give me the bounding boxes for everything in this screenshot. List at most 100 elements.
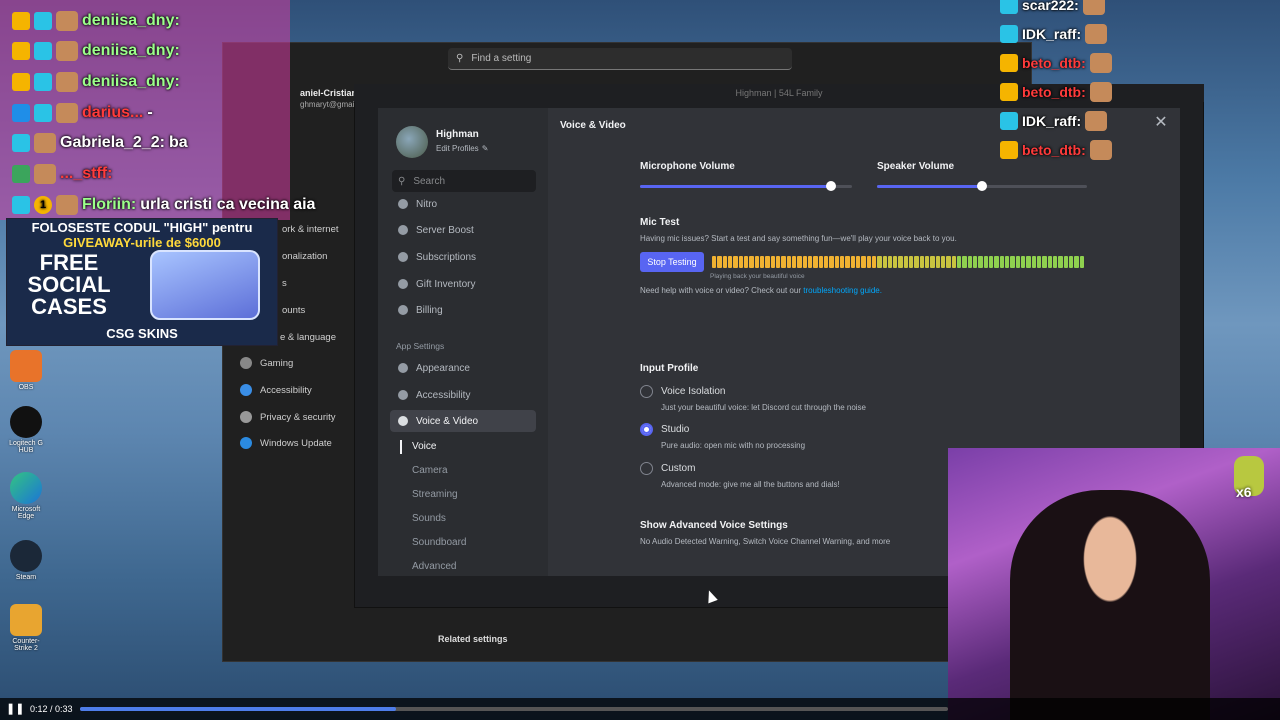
logitech-icon (10, 406, 42, 438)
sub-badge-icon (12, 165, 30, 183)
mic-meter-segment (1026, 256, 1031, 268)
ws-nav-accessibility[interactable]: Accessibility (240, 384, 312, 396)
cs2-icon (10, 604, 42, 636)
sub-item-advanced[interactable]: Advanced (412, 561, 456, 572)
desktop-icon-cs2[interactable]: Counter-Strike 2 (6, 604, 46, 652)
mic-meter-segment (861, 256, 866, 268)
sidebar-item-gift-inventory[interactable]: Gift Inventory (390, 273, 536, 295)
billing-icon (398, 305, 408, 315)
profile-name: Highman (436, 129, 479, 140)
badge-icon (1000, 112, 1018, 130)
voice-isolation-desc: Just your beautiful voice: let Discord c… (661, 403, 866, 412)
sidebar-item-subscriptions[interactable]: Subscriptions (390, 246, 536, 268)
desktop-icon-ghub[interactable]: Logitech G HUB (6, 406, 46, 454)
mic-meter-segment (871, 256, 877, 268)
radio-custom[interactable] (640, 462, 653, 475)
mic-meter-segment (903, 256, 909, 268)
mic-meter-segment (733, 256, 738, 268)
sidebar-item-server-boost[interactable]: Server Boost (390, 219, 536, 241)
mic-meter-segment (1079, 256, 1084, 268)
ws-nav-network[interactable]: ork & internet (282, 224, 339, 235)
gg-badge-icon (34, 73, 52, 91)
boost-icon (398, 225, 408, 235)
sidebar-item-voice-video[interactable]: Voice & Video (390, 410, 536, 432)
badge-icon (1000, 25, 1018, 43)
ws-nav-personalization[interactable]: onalization (282, 251, 327, 262)
active-sub-indicator (400, 440, 402, 454)
gg-badge-icon (12, 196, 30, 214)
radio-studio[interactable] (640, 423, 653, 436)
pencil-icon: ✎ (481, 144, 489, 153)
sidebar-search-input[interactable]: ⚲ Search (392, 170, 536, 192)
ws-nav-privacy[interactable]: Privacy & security (240, 411, 336, 423)
mic-meter-segment (839, 256, 845, 268)
mic-meter-segment (823, 256, 829, 268)
mic-meter-segment (855, 256, 861, 268)
badge-icon (1000, 54, 1018, 72)
mic-volume-handle[interactable] (825, 181, 836, 191)
desktop-icon-obs[interactable]: OBS (6, 350, 46, 391)
chat-message: deniisa_dny: (12, 10, 180, 32)
windows-settings-search[interactable]: ⚲ Find a setting (448, 48, 792, 70)
emote-count: x6 (1236, 484, 1252, 500)
chat-message: beto_dtb: (1000, 139, 1112, 161)
search-icon: ⚲ (456, 53, 464, 64)
pause-icon[interactable]: ❚❚ (6, 703, 24, 715)
crown-badge-icon (12, 73, 30, 91)
edit-profiles-link[interactable]: Edit Profiles ✎ (436, 144, 488, 153)
mic-meter-segment (1074, 256, 1079, 268)
speaker-volume-slider[interactable] (877, 181, 1087, 191)
troubleshooting-link[interactable]: troubleshooting guide. (803, 286, 882, 295)
mic-meter-segment (813, 256, 818, 268)
user-emote-icon (56, 72, 78, 92)
speaker-volume-handle[interactable] (977, 181, 987, 191)
mic-level-meter (712, 256, 1084, 268)
category-app-settings: App Settings (396, 341, 445, 351)
sub-item-soundboard[interactable]: Soundboard (412, 537, 467, 548)
promo-big-text: FREE SOCIAL CASES (27, 250, 111, 319)
mic-meter-segment (882, 256, 887, 268)
avatar[interactable] (396, 126, 428, 158)
help-text: Need help with voice or video? Check out… (640, 286, 882, 295)
mic-volume-slider[interactable] (640, 181, 852, 191)
video-progress-bar[interactable] (80, 707, 948, 711)
sidebar-item-accessibility[interactable]: Accessibility (390, 384, 536, 406)
advanced-settings-desc: No Audio Detected Warning, Switch Voice … (640, 537, 891, 546)
sub-item-sounds[interactable]: Sounds (412, 513, 446, 524)
sub-item-camera[interactable]: Camera (412, 465, 448, 476)
radio-voice-isolation[interactable] (640, 385, 653, 398)
mic-meter-segment (1015, 256, 1021, 268)
mic-meter-segment (759, 256, 765, 268)
chat-message: ..._stff: (12, 163, 112, 185)
mic-meter-segment (989, 256, 994, 268)
sub-item-voice[interactable]: Voice (412, 441, 436, 452)
sidebar-item-appearance[interactable]: Appearance (390, 357, 536, 379)
ws-nav-gaming[interactable]: Gaming (240, 357, 293, 369)
mic-meter-segment (781, 256, 786, 268)
desktop-icon-steam[interactable]: Steam (6, 540, 46, 581)
gg-badge-icon (34, 12, 52, 30)
mic-meter-segment (962, 256, 967, 268)
sidebar-item-billing[interactable]: Billing (390, 299, 536, 321)
ws-nav-apps[interactable]: s (282, 278, 287, 289)
subscriptions-icon (398, 252, 408, 262)
edge-icon (10, 472, 42, 504)
desktop-icon-edge[interactable]: Microsoft Edge (6, 472, 46, 520)
chat-username: beto_dtb: (1022, 84, 1086, 100)
mic-meter-segment (1058, 256, 1063, 268)
streamer-silhouette (1010, 490, 1210, 720)
sub-item-streaming[interactable]: Streaming (412, 489, 458, 500)
chat-username: deniisa_dny: (82, 12, 180, 29)
advanced-settings-toggle[interactable]: Show Advanced Voice Settings (640, 520, 788, 531)
page-title: Voice & Video (560, 120, 626, 131)
sidebar-item-nitro[interactable]: Nitro (390, 193, 536, 215)
user-emote-icon (56, 103, 78, 123)
stream-chat-right: scar222: IDK_raff: beto_dtb: beto_dtb: IDK_r… (996, 0, 1280, 160)
mic-volume-fill (640, 185, 831, 188)
ws-nav-accounts[interactable]: ounts (282, 305, 305, 316)
ws-nav-windows-update[interactable]: Windows Update (240, 437, 332, 449)
user-emote-icon (1085, 111, 1108, 131)
mic-meter-segment (722, 256, 727, 268)
mic-meter-segment (967, 256, 973, 268)
stop-testing-button[interactable]: Stop Testing (640, 252, 704, 272)
